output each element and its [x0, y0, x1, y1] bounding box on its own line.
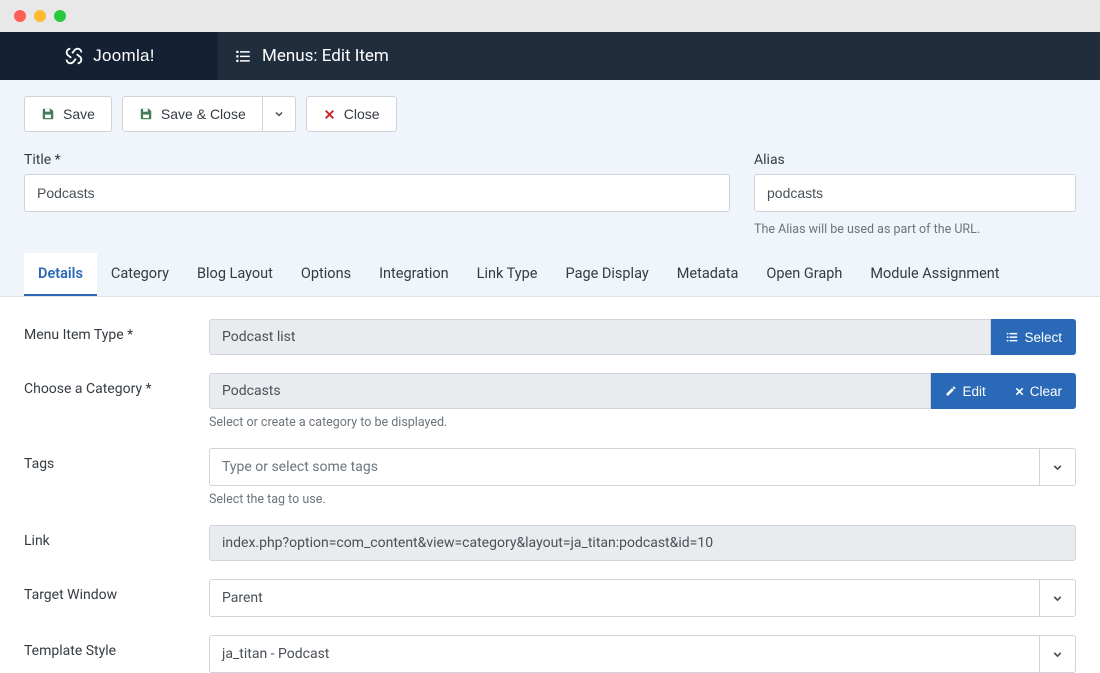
close-window-dot[interactable]: [14, 10, 26, 22]
row-tags: Tags Type or select some tags Select the…: [24, 448, 1076, 507]
tab-metadata[interactable]: Metadata: [663, 253, 753, 296]
maximize-window-dot[interactable]: [54, 10, 66, 22]
menu-item-type-value: Podcast list: [209, 319, 991, 355]
clear-category-button[interactable]: Clear: [1000, 373, 1076, 409]
chevron-down-icon: [1051, 648, 1064, 661]
tab-category[interactable]: Category: [97, 253, 183, 296]
tags-label: Tags: [24, 448, 189, 472]
tab-bar: Details Category Blog Layout Options Int…: [0, 253, 1100, 297]
action-toolbar: Save Save & Close Close: [0, 80, 1100, 148]
save-close-label: Save & Close: [161, 106, 246, 122]
category-control: Podcasts Edit Clear: [209, 373, 1076, 409]
close-button[interactable]: Close: [306, 96, 397, 132]
brand-logo[interactable]: Joomla!: [0, 32, 218, 80]
menu-item-type-control: Podcast list Select: [209, 319, 1076, 355]
select-type-button[interactable]: Select: [991, 319, 1076, 355]
template-style-select[interactable]: ja_titan - Podcast: [209, 635, 1076, 673]
title-alias-row: Title * Alias The Alias will be used as …: [0, 148, 1100, 253]
save-button[interactable]: Save: [24, 96, 112, 132]
close-label: Close: [344, 106, 380, 122]
tags-input[interactable]: Type or select some tags: [209, 448, 1076, 486]
title-label: Title *: [24, 152, 730, 168]
app-header: Joomla! Menus: Edit Item: [0, 32, 1100, 80]
clear-label: Clear: [1030, 384, 1062, 399]
tab-options[interactable]: Options: [287, 253, 365, 296]
row-menu-item-type: Menu Item Type * Podcast list Select: [24, 319, 1076, 355]
list-icon: [234, 47, 252, 65]
target-window-caret[interactable]: [1039, 580, 1075, 616]
tab-module-assignment[interactable]: Module Assignment: [856, 253, 1013, 296]
template-style-caret[interactable]: [1039, 636, 1075, 672]
tab-open-graph[interactable]: Open Graph: [752, 253, 856, 296]
save-icon: [41, 107, 55, 121]
category-label: Choose a Category *: [24, 373, 189, 397]
tab-blog-layout[interactable]: Blog Layout: [183, 253, 287, 296]
tags-caret[interactable]: [1039, 449, 1075, 485]
tab-page-display[interactable]: Page Display: [552, 253, 663, 296]
tab-integration[interactable]: Integration: [365, 253, 463, 296]
joomla-icon: [63, 45, 85, 67]
alias-field-col: Alias The Alias will be used as part of …: [754, 152, 1076, 237]
brand-name: Joomla!: [93, 46, 155, 66]
alias-label: Alias: [754, 152, 1076, 168]
category-value: Podcasts: [209, 373, 931, 409]
page-title-area: Menus: Edit Item: [218, 46, 389, 66]
save-icon: [139, 107, 153, 121]
edit-label: Edit: [962, 384, 985, 399]
minimize-window-dot[interactable]: [34, 10, 46, 22]
save-close-button[interactable]: Save & Close: [122, 96, 263, 132]
chevron-down-icon: [273, 108, 285, 120]
row-target-window: Target Window Parent: [24, 579, 1076, 617]
window-titlebar: [0, 0, 1100, 32]
select-label: Select: [1024, 330, 1062, 345]
tags-hint: Select the tag to use.: [209, 492, 1076, 507]
template-style-label: Template Style: [24, 635, 189, 659]
row-link: Link index.php?option=com_content&view=c…: [24, 525, 1076, 561]
chevron-down-icon: [1051, 461, 1064, 474]
tags-placeholder: Type or select some tags: [210, 449, 1039, 485]
edit-icon: [945, 385, 957, 397]
alias-input[interactable]: [754, 174, 1076, 212]
link-label: Link: [24, 525, 189, 549]
save-dropdown-button[interactable]: [263, 96, 296, 132]
target-window-select[interactable]: Parent: [209, 579, 1076, 617]
close-icon: [323, 108, 336, 121]
tab-details[interactable]: Details: [24, 253, 97, 296]
row-category: Choose a Category * Podcasts Edit Clear …: [24, 373, 1076, 430]
tab-link-type[interactable]: Link Type: [463, 253, 552, 296]
target-window-label: Target Window: [24, 579, 189, 603]
title-input[interactable]: [24, 174, 730, 212]
template-style-value: ja_titan - Podcast: [210, 636, 1039, 672]
row-template-style: Template Style ja_titan - Podcast: [24, 635, 1076, 673]
list-select-icon: [1005, 330, 1019, 344]
link-value: index.php?option=com_content&view=catego…: [209, 525, 1076, 561]
chevron-down-icon: [1051, 592, 1064, 605]
category-hint: Select or create a category to be displa…: [209, 415, 1076, 430]
menu-item-type-label: Menu Item Type *: [24, 319, 189, 343]
save-close-group: Save & Close: [122, 96, 296, 132]
save-label: Save: [63, 106, 95, 122]
title-field-col: Title *: [24, 152, 730, 237]
page-title: Menus: Edit Item: [262, 46, 389, 66]
edit-category-button[interactable]: Edit: [931, 373, 999, 409]
target-window-value: Parent: [210, 580, 1039, 616]
alias-hint: The Alias will be used as part of the UR…: [754, 222, 1076, 237]
clear-icon: [1014, 386, 1025, 397]
